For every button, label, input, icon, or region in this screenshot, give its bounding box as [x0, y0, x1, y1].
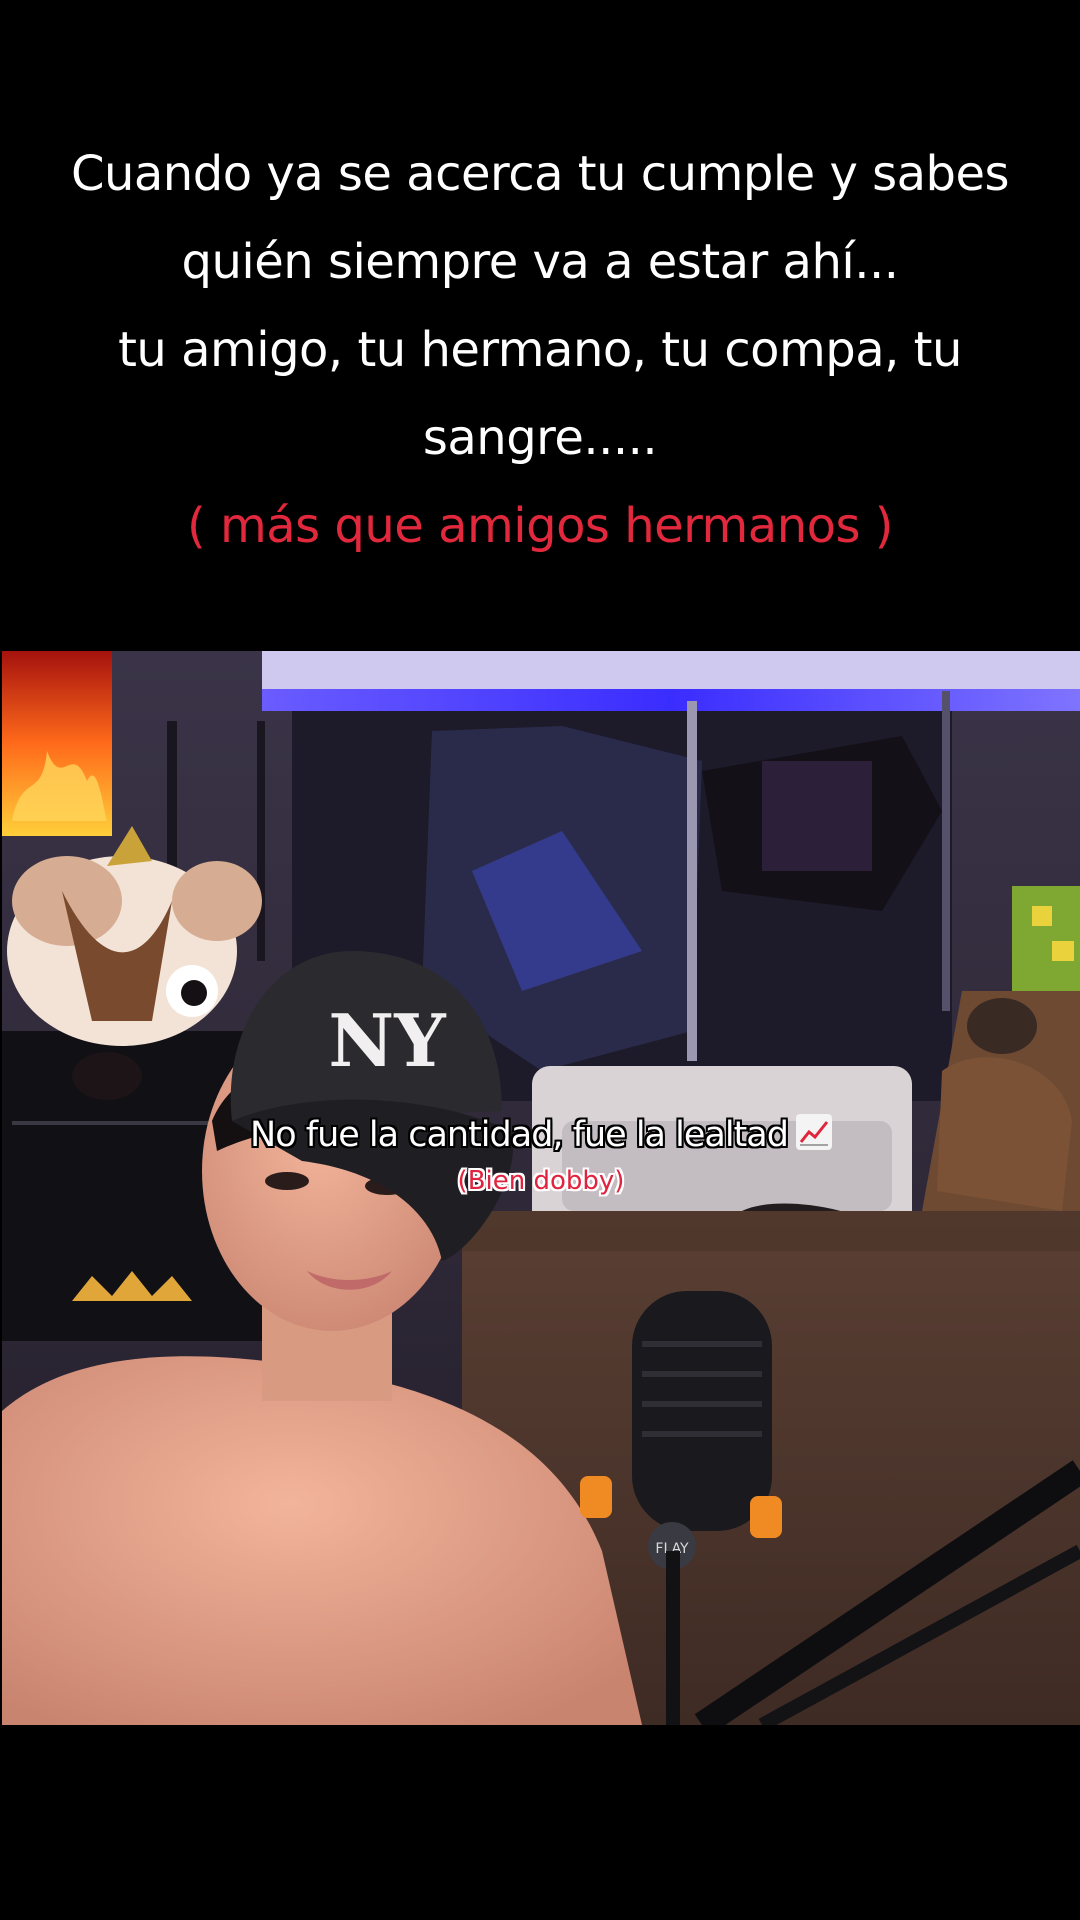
video-subtitle-secondary: (Bien dobby)	[457, 1166, 625, 1196]
video-subtitle: No fue la cantidad, fue la lealtad	[2, 1113, 1080, 1157]
caption-line-4: sangre.....	[422, 410, 658, 466]
caption-line-2: quién siempre va a estar ahí...	[181, 234, 899, 290]
cap-logo: NY	[328, 998, 447, 1083]
video-post-screen: Cuando ya se acerca tu cumple y sabes qu…	[0, 0, 1080, 1920]
video-player[interactable]: NY FLAY No fue la cantidad, fue la lealt…	[2, 651, 1080, 1725]
caption-highlight: ( más que amigos hermanos )	[186, 498, 894, 554]
caption-line-3: tu amigo, tu hermano, tu compa, tu	[118, 322, 962, 378]
chart-increasing-icon	[795, 1114, 832, 1150]
caption-line-1: Cuando ya se acerca tu cumple y sabes	[70, 146, 1010, 202]
video-subtitle-text: No fue la cantidad, fue la lealtad	[250, 1115, 789, 1155]
overlay-caption: Cuando ya se acerca tu cumple y sabes qu…	[40, 130, 1040, 482]
